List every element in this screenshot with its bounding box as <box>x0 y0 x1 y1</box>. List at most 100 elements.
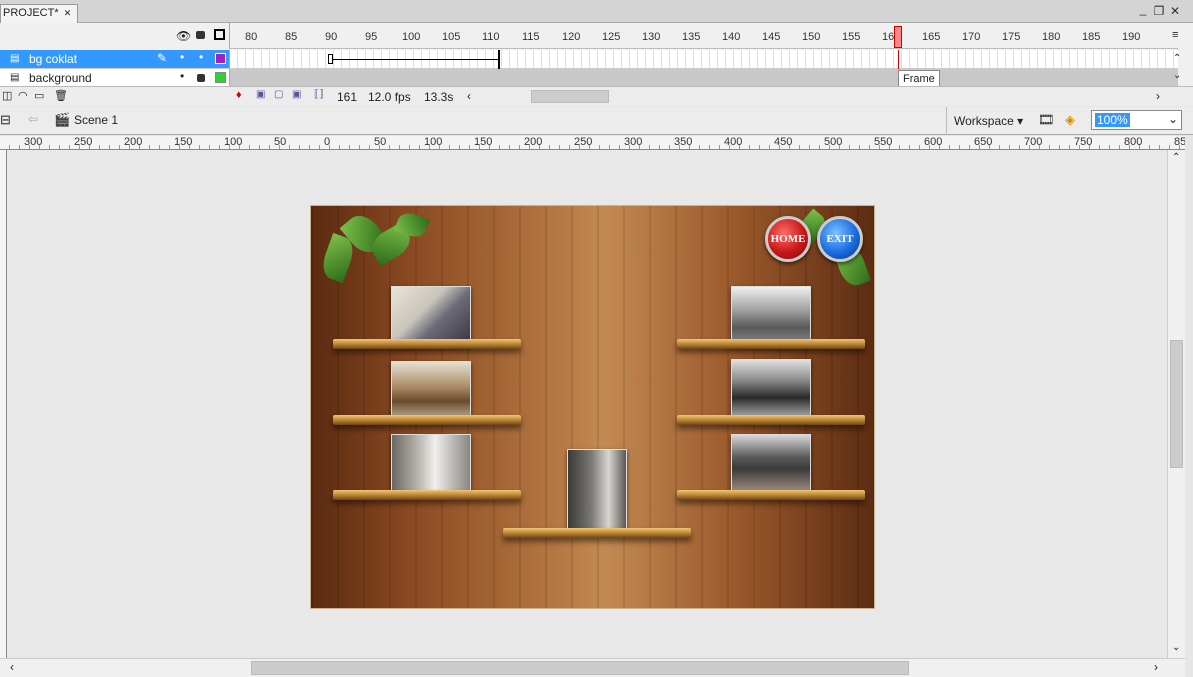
shelf <box>503 528 691 538</box>
minimize-icon[interactable]: _ <box>1136 2 1150 16</box>
visibility-dot[interactable]: • <box>180 50 184 64</box>
frame-number: 185 <box>1082 31 1101 43</box>
ruler-number: 350 <box>674 136 693 148</box>
layer-name[interactable]: bg coklat <box>29 52 77 66</box>
folder-icon[interactable]: ▭ <box>34 89 44 102</box>
ruler-number: 700 <box>1024 136 1043 148</box>
onion-markers-icon[interactable]: ⟦⟧ <box>314 89 324 100</box>
center-frame-icon[interactable]: ♦ <box>236 89 242 101</box>
scroll-down-icon[interactable]: ⌄ <box>1172 642 1180 653</box>
frame-number: 150 <box>802 31 821 43</box>
scene-label[interactable]: Scene 1 <box>74 113 118 127</box>
timeline-panel: 👁 80 85 90 95 100 105 110 115 120 125 13… <box>0 23 1193 106</box>
edit-multiple-icon[interactable]: ▣ <box>292 89 301 100</box>
frame-number: 80 <box>245 31 258 43</box>
ruler-number: 750 <box>1074 136 1093 148</box>
lock-icon[interactable] <box>196 31 205 39</box>
frame-number: 180 <box>1042 31 1061 43</box>
frame-number: 100 <box>402 31 421 43</box>
vertical-scroll-thumb[interactable] <box>1170 340 1183 468</box>
timeline-status-bar: ◫ ◠ ▭ 🗑 ♦ ▣ ▢ ▣ ⟦⟧ 161 12.0 fps 13.3s ‹ … <box>0 86 1193 106</box>
layer-row[interactable]: ▤ bg coklat ✎ • • <box>0 50 230 69</box>
stage-canvas[interactable]: HOME EXIT <box>310 205 875 609</box>
horizontal-scroll-thumb[interactable] <box>251 661 909 675</box>
lock-icon[interactable] <box>197 74 205 82</box>
playhead[interactable] <box>894 26 902 48</box>
edit-scene-icon[interactable]: 🎞 <box>1038 112 1055 128</box>
close-icon[interactable]: ✕ <box>1168 4 1182 18</box>
keyframe-end[interactable] <box>498 50 500 69</box>
frame-number: 175 <box>1002 31 1021 43</box>
ruler-number: 650 <box>974 136 993 148</box>
scroll-up-icon[interactable]: ⌃ <box>1172 152 1180 163</box>
corridor-photo[interactable] <box>567 449 627 529</box>
ruler-number: 150 <box>174 136 193 148</box>
ruler-number: 850 <box>1174 136 1185 148</box>
scroll-right-icon[interactable]: › <box>1154 660 1158 674</box>
ruler-number: 300 <box>24 136 43 148</box>
scene-icon: 🎬 <box>54 112 71 127</box>
chevron-down-icon[interactable]: ⌄ <box>1168 112 1178 126</box>
frame-number: 90 <box>325 31 338 43</box>
ruler-number: 250 <box>74 136 93 148</box>
layer-name[interactable]: background <box>29 71 92 85</box>
home-button[interactable]: HOME <box>765 216 811 262</box>
frame-number: 85 <box>285 31 298 43</box>
timeline-scroll-thumb[interactable] <box>531 90 609 103</box>
vertical-ruler <box>0 150 7 658</box>
visibility-dot[interactable]: • <box>180 69 184 83</box>
ruler-number: 800 <box>1124 136 1143 148</box>
horizontal-scrollbar[interactable]: ‹ › <box>0 658 1185 677</box>
edit-symbols-icon[interactable]: ◈ <box>1065 112 1075 128</box>
zoom-value: 100% <box>1095 113 1130 127</box>
shelf <box>333 339 521 349</box>
building-photo[interactable] <box>731 286 811 346</box>
frame-ruler[interactable]: 80 85 90 95 100 105 110 115 120 125 130 … <box>230 23 1178 49</box>
scroll-right-icon[interactable]: › <box>1156 89 1160 103</box>
zoom-select[interactable]: 100% ⌄ <box>1091 110 1182 130</box>
scroll-left-icon[interactable]: ‹ <box>10 660 14 674</box>
document-tab[interactable]: PROJECT* ✕ <box>0 4 79 23</box>
trash-icon[interactable]: 🗑 <box>54 89 68 102</box>
room-photo[interactable] <box>391 286 471 346</box>
keyframe[interactable] <box>328 54 333 64</box>
back-arrow-icon[interactable]: ⇦ <box>28 112 38 126</box>
outline-icon[interactable] <box>214 29 225 40</box>
frame-number: 145 <box>762 31 781 43</box>
layer-frames[interactable] <box>230 50 1178 90</box>
lock-dot[interactable]: • <box>199 50 203 64</box>
frame-number: 115 <box>522 31 540 43</box>
scroll-left-icon[interactable]: ‹ <box>467 89 471 103</box>
exit-button[interactable]: EXIT <box>817 216 863 262</box>
parking-photo[interactable] <box>731 359 811 419</box>
canteen-photo[interactable] <box>391 361 471 419</box>
close-tab-icon[interactable]: ✕ <box>64 8 72 18</box>
restore-icon[interactable]: ❐ <box>1152 4 1166 18</box>
workspace-menu[interactable]: Workspace ▾ <box>954 114 1023 128</box>
vertical-scrollbar[interactable]: ⌃ ⌄ <box>1167 150 1185 658</box>
shelf <box>677 339 865 349</box>
scroll-up-icon[interactable]: ⌃ <box>1173 53 1181 64</box>
frame-rate[interactable]: 12.0 fps <box>368 90 411 104</box>
ruler-number: 600 <box>924 136 943 148</box>
storefront-photo[interactable] <box>731 434 811 492</box>
bathroom-photo[interactable] <box>391 434 471 492</box>
exit-button-label: EXIT <box>826 233 854 245</box>
horizontal-ruler: 300 250 200 150 100 50 0 50 100 150 200 … <box>0 136 1185 150</box>
frame-number: 155 <box>842 31 861 43</box>
eye-icon[interactable]: 👁 <box>176 29 191 43</box>
motion-guide-icon[interactable]: ◠ <box>18 89 28 102</box>
timeline-toggle-icon[interactable]: ⊟ <box>0 112 11 128</box>
ruler-number: 300 <box>624 136 643 148</box>
layer-color-swatch[interactable] <box>215 72 226 83</box>
shelf <box>333 415 521 425</box>
new-layer-icon[interactable]: ◫ <box>2 89 12 102</box>
layer-icon: ▤ <box>10 53 20 64</box>
panel-menu-icon[interactable]: ≡ <box>1172 29 1178 41</box>
ruler-number: 200 <box>124 136 143 148</box>
ruler-number: 100 <box>424 136 443 148</box>
scroll-down-icon[interactable]: ⌄ <box>1173 70 1181 81</box>
onion-outline-icon[interactable]: ▢ <box>274 89 283 100</box>
layer-color-swatch[interactable] <box>215 53 226 64</box>
onion-skin-icon[interactable]: ▣ <box>256 89 265 100</box>
